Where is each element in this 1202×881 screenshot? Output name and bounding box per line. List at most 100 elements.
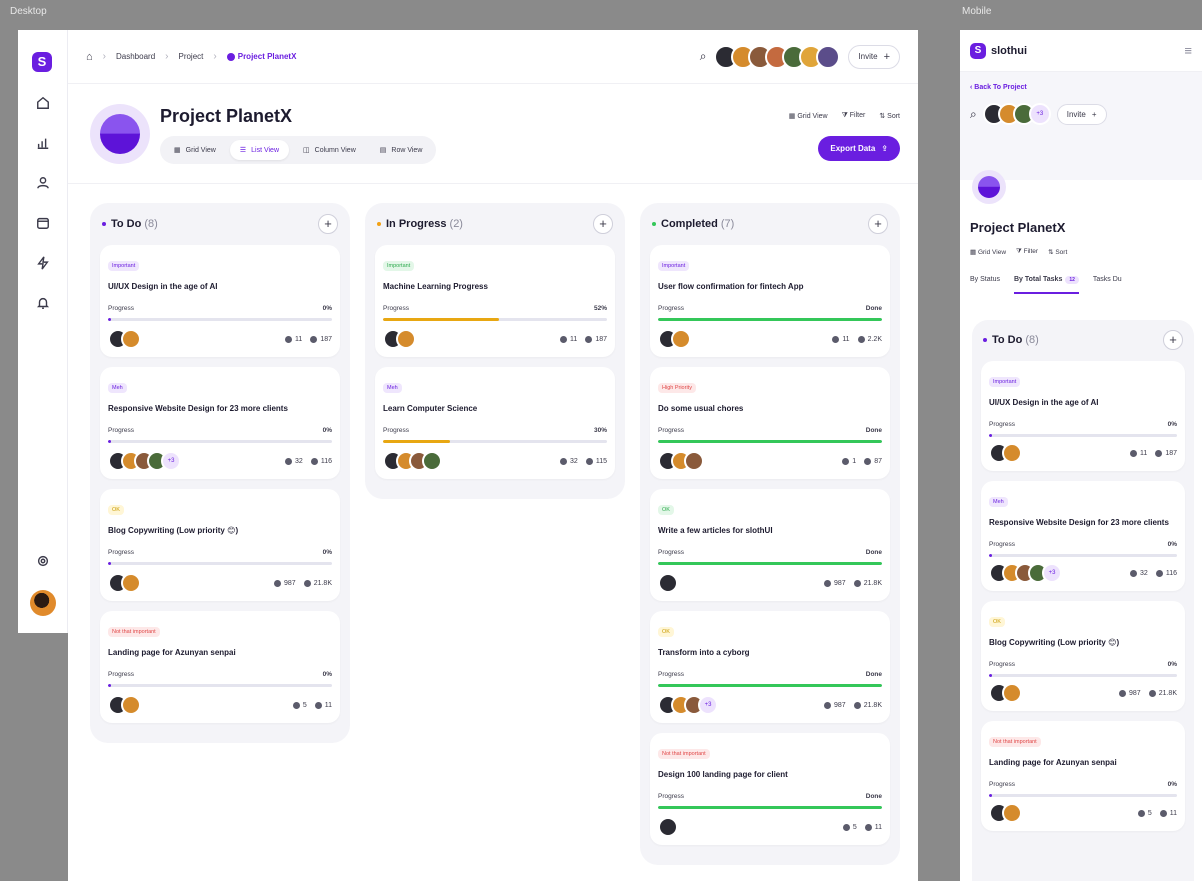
task-card[interactable]: Not that important Landing page for Azuny… xyxy=(100,611,340,723)
add-task-button[interactable]: + xyxy=(1163,330,1183,350)
calendar-icon[interactable] xyxy=(34,214,52,232)
support-icon[interactable] xyxy=(34,552,52,570)
assignee-avatars[interactable] xyxy=(658,329,691,349)
task-card[interactable]: Important User flow confirmation for fint… xyxy=(650,245,890,357)
files-stat[interactable]: 2.2K xyxy=(857,335,882,343)
comments-stat[interactable]: 11 xyxy=(832,335,850,343)
comments-stat[interactable]: 32 xyxy=(1130,569,1148,577)
slothui-logo[interactable]: S xyxy=(32,52,52,72)
user-icon[interactable] xyxy=(34,174,52,192)
task-card[interactable]: Not that important Landing page for Azuny… xyxy=(981,721,1185,831)
task-card[interactable]: High Priority Do some usual chores Progres… xyxy=(650,367,890,479)
add-task-button[interactable]: + xyxy=(868,214,888,234)
home-icon[interactable] xyxy=(34,94,52,112)
task-card[interactable]: Meh Learn Computer Science Progress 30% 32 11… xyxy=(375,367,615,479)
task-card[interactable]: Not that important Design 100 landing pag… xyxy=(650,733,890,845)
grid-view-tool[interactable]: ▦ Grid View xyxy=(789,112,828,120)
files-stat[interactable]: 116 xyxy=(1155,569,1177,577)
files-stat[interactable]: 21.8K xyxy=(303,579,332,587)
assignee-avatars[interactable] xyxy=(108,329,141,349)
back-to-project-link[interactable]: ‹ Back To Project xyxy=(970,84,1192,91)
assignee-avatars[interactable] xyxy=(658,451,704,471)
comments-stat[interactable]: 11 xyxy=(285,335,302,343)
files-stat[interactable]: 21.8K xyxy=(853,701,882,709)
assignee-avatars[interactable] xyxy=(989,443,1022,463)
breadcrumb-project[interactable]: Project xyxy=(178,52,203,61)
tab-by-total-tasks[interactable]: By Total Tasks 12 xyxy=(1013,276,1079,294)
breadcrumb-current[interactable]: Project PlanetX xyxy=(226,52,296,61)
slothui-logo[interactable]: S xyxy=(970,42,986,59)
task-card[interactable]: OK Write a few articles for slothUI Progre… xyxy=(650,489,890,601)
task-card[interactable]: Meh Responsive Website Design for 23 more… xyxy=(100,367,340,479)
comments-stat[interactable]: 5 xyxy=(292,701,307,709)
files-stat[interactable]: 187 xyxy=(585,335,607,343)
assignee-avatars[interactable]: +3 xyxy=(108,451,181,471)
files-stat[interactable]: 11 xyxy=(1159,809,1177,817)
assignee-avatars[interactable] xyxy=(383,329,416,349)
assignee-avatars[interactable] xyxy=(108,573,141,593)
chart-icon[interactable] xyxy=(34,134,52,152)
files-stat[interactable]: 187 xyxy=(1155,449,1177,457)
assignee-avatars[interactable] xyxy=(989,803,1022,823)
task-card[interactable]: Meh Responsive Website Design for 23 more… xyxy=(981,481,1185,591)
row-view-tab[interactable]: ▤ Row View xyxy=(370,140,433,160)
comments-stat[interactable]: 987 xyxy=(274,579,296,587)
home-breadcrumb-icon[interactable]: ⌂ xyxy=(86,51,93,63)
comments-stat[interactable]: 11 xyxy=(1130,449,1147,457)
task-card[interactable]: OK Blog Copywriting (Low priority 😊) Progr… xyxy=(100,489,340,601)
tab-by-status[interactable]: By Status xyxy=(970,276,1000,294)
comments-stat[interactable]: 5 xyxy=(1137,809,1152,817)
files-stat[interactable]: 116 xyxy=(310,457,332,465)
task-card[interactable]: OK Transform into a cyborg Progress Done +3 9… xyxy=(650,611,890,723)
sort-tool[interactable]: ⇅ Sort xyxy=(879,112,900,120)
hamburger-menu-icon[interactable]: ≡ xyxy=(1184,43,1192,58)
task-card[interactable]: Important Machine Learning Progress Progre… xyxy=(375,245,615,357)
add-task-button[interactable]: + xyxy=(593,214,613,234)
comments-stat[interactable]: 987 xyxy=(824,701,846,709)
grid-view-tab[interactable]: ▦ Grid View xyxy=(164,140,226,160)
comments-stat[interactable]: 5 xyxy=(842,823,857,831)
grid-view-tool[interactable]: ▦ Grid View xyxy=(970,248,1006,256)
invite-button[interactable]: Invite + xyxy=(1056,103,1107,125)
task-card[interactable]: Important UI/UX Design in the age of AI Pr… xyxy=(981,361,1185,471)
team-avatars[interactable] xyxy=(714,44,841,69)
comments-stat[interactable]: 11 xyxy=(560,335,577,343)
files-stat[interactable]: 11 xyxy=(864,823,882,831)
comments-stat[interactable]: 32 xyxy=(560,457,578,465)
export-data-button[interactable]: Export Data ⇪ xyxy=(818,136,900,161)
files-stat[interactable]: 87 xyxy=(864,457,882,465)
search-icon[interactable]: ⌕ xyxy=(700,49,707,64)
assignee-avatars[interactable]: +3 xyxy=(989,563,1062,583)
comments-stat[interactable]: 1 xyxy=(842,457,856,465)
comments-stat[interactable]: 987 xyxy=(1119,689,1141,697)
task-card[interactable]: Important UI/UX Design in the age of AI Pr… xyxy=(100,245,340,357)
sort-tool[interactable]: ⇅ Sort xyxy=(1048,248,1067,256)
add-task-button[interactable]: + xyxy=(318,214,338,234)
user-avatar[interactable] xyxy=(30,590,56,616)
files-stat[interactable]: 21.8K xyxy=(1148,689,1177,697)
assignee-avatars[interactable]: +3 xyxy=(658,695,718,715)
assignee-avatars[interactable] xyxy=(658,573,678,593)
breadcrumb-dashboard[interactable]: Dashboard xyxy=(116,52,155,61)
filter-tool[interactable]: ⧩ Filter xyxy=(1016,248,1038,256)
comments-stat[interactable]: 987 xyxy=(824,579,846,587)
column-view-tab[interactable]: ◫ Column View xyxy=(293,140,366,160)
tab-tasks-due[interactable]: Tasks Du xyxy=(1093,276,1122,294)
search-icon[interactable]: ⌕ xyxy=(970,107,977,122)
filter-tool[interactable]: ⧩ Filter xyxy=(842,112,866,120)
bell-icon[interactable] xyxy=(34,294,52,312)
assignee-avatars[interactable] xyxy=(658,817,678,837)
comments-stat[interactable]: 32 xyxy=(285,457,303,465)
files-stat[interactable]: 115 xyxy=(585,457,607,465)
task-card[interactable]: OK Blog Copywriting (Low priority 😊) Progr… xyxy=(981,601,1185,711)
files-stat[interactable]: 21.8K xyxy=(853,579,882,587)
list-view-tab[interactable]: ☰ List View xyxy=(229,140,290,160)
bolt-icon[interactable] xyxy=(34,254,52,272)
assignee-avatars[interactable] xyxy=(108,695,141,715)
invite-button[interactable]: Invite + xyxy=(848,44,900,69)
assignee-avatars[interactable] xyxy=(989,683,1022,703)
files-stat[interactable]: 187 xyxy=(310,335,332,343)
team-avatars[interactable]: +3 xyxy=(982,103,1051,125)
assignee-avatars[interactable] xyxy=(383,451,442,471)
files-stat[interactable]: 11 xyxy=(314,701,332,709)
